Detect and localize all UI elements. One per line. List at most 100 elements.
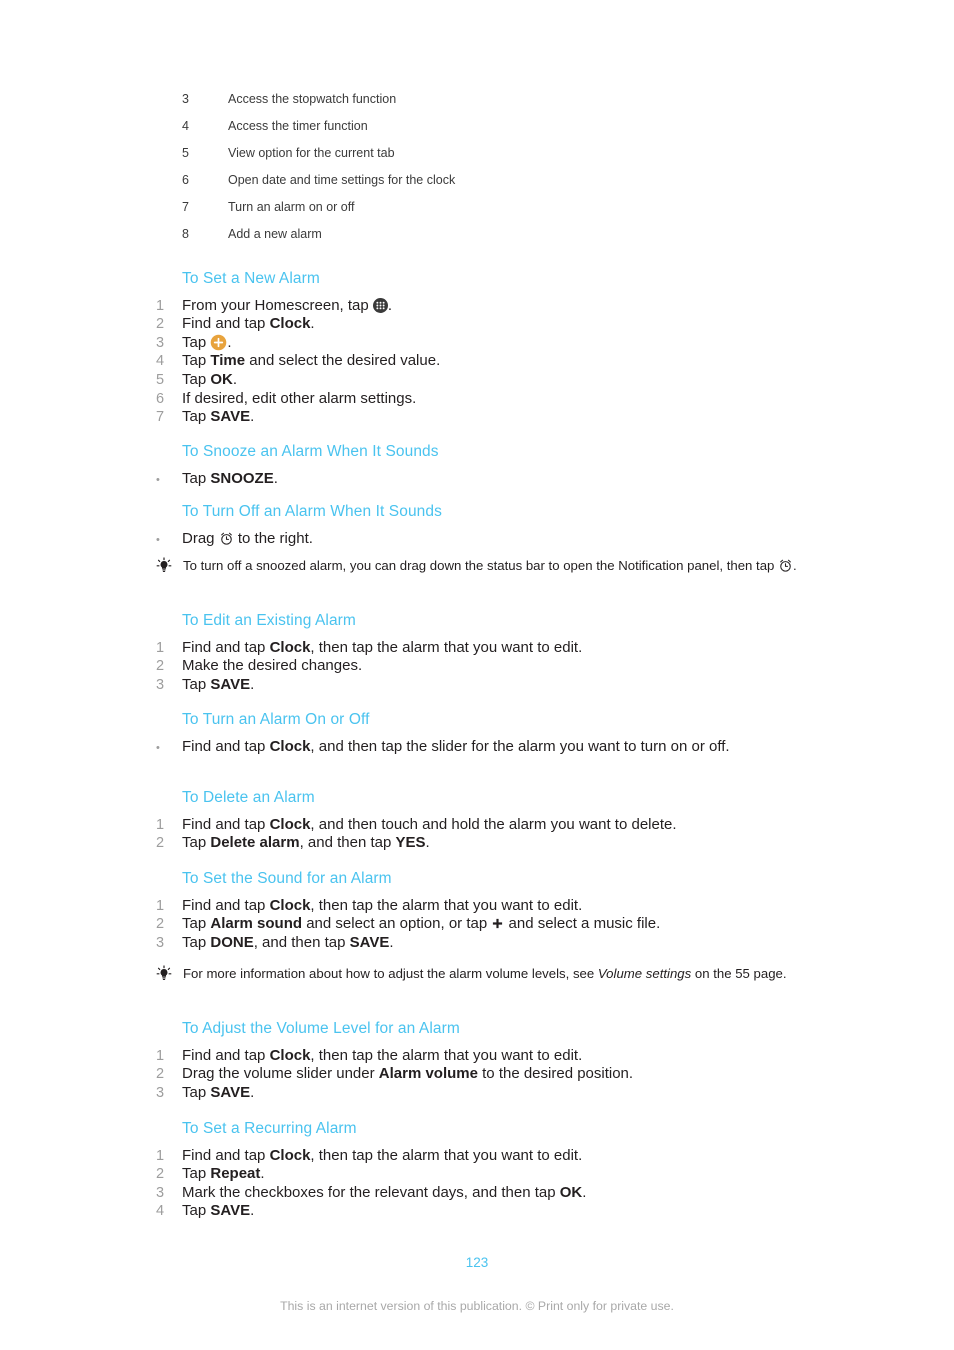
- ui-label: SAVE: [349, 933, 390, 951]
- legend-row: 6 Open date and time settings for the cl…: [182, 173, 802, 200]
- step-item: 2 Find and tap Clock.: [156, 315, 822, 334]
- step-item: 1 Find and tap Clock, then tap the alarm…: [156, 1046, 822, 1066]
- step-list: • Drag to the right.: [156, 530, 822, 550]
- ui-label: Delete alarm: [210, 834, 300, 852]
- legend-row: 4 Access the timer function: [182, 119, 802, 146]
- step-item: 2 Make the desired changes.: [156, 657, 822, 676]
- page-number: 123: [465, 1255, 489, 1270]
- step-item: 2 Tap Repeat.: [156, 1165, 822, 1184]
- legend-text: View option for the current tab: [228, 146, 395, 160]
- section-edit-existing-alarm: To Edit an Existing Alarm 1 Find and tap…: [156, 612, 822, 695]
- step-item: 3 Tap DONE, and then tap SAVE.: [156, 933, 822, 953]
- ui-label: Clock: [269, 1146, 311, 1164]
- step-text-part: , and then touch and hold the alarm you …: [310, 815, 677, 833]
- step-text-part: .: [232, 370, 238, 388]
- tip-text-part: To turn off a snoozed alarm, you can dra…: [183, 558, 779, 573]
- step-text: Find and tap Clock, and then tap the sli…: [182, 738, 822, 757]
- step-text: Make the desired changes.: [182, 657, 363, 675]
- step-text-part: , and then tap the slider for the alarm …: [310, 737, 730, 755]
- cross-reference: Volume settings: [597, 966, 692, 981]
- step-item: • Tap SNOOZE.: [156, 469, 822, 490]
- bullet-marker: •: [156, 473, 160, 486]
- step-text: Find and tap Clock, and then touch and h…: [182, 816, 822, 835]
- step-item: 6 If desired, edit other alarm settings.: [156, 389, 822, 409]
- section-title: To Adjust the Volume Level for an Alarm: [182, 1020, 460, 1037]
- ui-label: YES: [395, 834, 426, 852]
- step-text-part: .: [227, 333, 232, 351]
- step-number: 3: [156, 1084, 165, 1101]
- step-text-part: , and then tap: [253, 933, 350, 951]
- step-number: 7: [156, 409, 165, 426]
- step-text-part: and select the desired value.: [245, 352, 441, 370]
- step-item: 1 Find and tap Clock, and then touch and…: [156, 816, 822, 835]
- step-text-part: Tap: [182, 675, 211, 693]
- step-number: 1: [156, 816, 165, 833]
- bullet-marker: •: [156, 741, 160, 754]
- step-text: Mark the checkboxes for the relevant day…: [182, 1184, 822, 1203]
- step-text: Tap SAVE.: [182, 1084, 822, 1103]
- section-title: To Delete an Alarm: [182, 789, 315, 806]
- step-list: 1 Find and tap Clock, then tap the alarm…: [156, 1046, 822, 1103]
- step-text: If desired, edit other alarm settings.: [182, 389, 417, 407]
- step-text-part: to the desired position.: [477, 1065, 634, 1083]
- step-text-part: .: [310, 315, 315, 333]
- legend-number: 4: [182, 119, 189, 133]
- step-text: Tap Time and select the desired value.: [182, 352, 822, 371]
- ui-label: Clock: [269, 815, 311, 833]
- step-text-part: , then tap the alarm that you want to ed…: [310, 1146, 583, 1164]
- step-text-part: Tap: [182, 408, 211, 426]
- step-text-part: , and then tap: [299, 834, 396, 852]
- step-text-part: Tap: [182, 915, 211, 933]
- section-turn-alarm-on-off: To Turn an Alarm On or Off • Find and ta…: [156, 711, 822, 757]
- lightbulb-tip-icon: [156, 965, 172, 982]
- step-number: 1: [156, 897, 165, 914]
- document-page: 3 Access the stopwatch function 4 Access…: [0, 0, 954, 1350]
- section-set-sound: To Set the Sound for an Alarm 1 Find and…: [156, 870, 822, 953]
- step-text: Tap Alarm sound and select an option, or…: [182, 915, 822, 934]
- ui-label: Clock: [269, 315, 311, 333]
- ui-label: Clock: [269, 1046, 311, 1064]
- alarm-clock-icon: [219, 531, 234, 546]
- step-item: 3 Mark the checkboxes for the relevant d…: [156, 1184, 822, 1203]
- step-number: 1: [156, 639, 165, 656]
- legend-number: 5: [182, 146, 189, 160]
- section-title: To Set a New Alarm: [182, 270, 320, 287]
- ui-label: SAVE: [210, 1202, 251, 1220]
- tip-text: To turn off a snoozed alarm, you can dra…: [172, 557, 797, 575]
- step-number: 2: [156, 658, 165, 675]
- step-number: 2: [156, 1066, 165, 1083]
- section-title: To Turn Off an Alarm When It Sounds: [182, 503, 442, 520]
- ui-label: SAVE: [210, 675, 251, 693]
- step-number: 3: [156, 934, 165, 951]
- step-item: 7 Tap SAVE.: [156, 408, 822, 427]
- ui-label: Repeat: [210, 1165, 261, 1183]
- tip-text-part: .: [793, 558, 797, 573]
- step-text: Tap SAVE.: [182, 1202, 822, 1221]
- step-text-part: Tap: [182, 352, 211, 370]
- step-text: Find and tap Clock.: [182, 315, 822, 334]
- section-title: To Turn an Alarm On or Off: [182, 711, 370, 728]
- step-text-part: Tap: [182, 333, 211, 351]
- tip-text: For more information about how to adjust…: [172, 965, 787, 983]
- step-text: Tap SAVE.: [182, 408, 822, 427]
- section-snooze-alarm: To Snooze an Alarm When It Sounds • Tap …: [156, 443, 822, 490]
- step-text-part: Mark the checkboxes for the relevant day…: [182, 1183, 560, 1201]
- ui-label: Clock: [269, 638, 311, 656]
- legend-row: 5 View option for the current tab: [182, 146, 802, 173]
- step-text-part: .: [389, 933, 394, 951]
- step-item: 1 Find and tap Clock, then tap the alarm…: [156, 897, 822, 916]
- step-text-part: Tap: [182, 469, 211, 487]
- app-drawer-icon: [372, 297, 388, 313]
- ui-label: Alarm volume: [378, 1065, 478, 1083]
- step-list: 1 Find and tap Clock, then tap the alarm…: [156, 638, 822, 695]
- step-text: Tap .: [182, 334, 822, 353]
- step-item: 4 Tap SAVE.: [156, 1202, 822, 1221]
- plus-circle-icon: [210, 334, 227, 351]
- ui-label: SAVE: [210, 408, 251, 426]
- step-list: 1 From your Homescreen, tap . 2 Find and…: [156, 297, 822, 427]
- legend-number: 7: [182, 200, 189, 214]
- legend-number: 8: [182, 227, 189, 241]
- plus-icon: [491, 917, 504, 930]
- ui-label: OK: [559, 1183, 583, 1201]
- section-recurring-alarm: To Set a Recurring Alarm 1 Find and tap …: [156, 1120, 822, 1221]
